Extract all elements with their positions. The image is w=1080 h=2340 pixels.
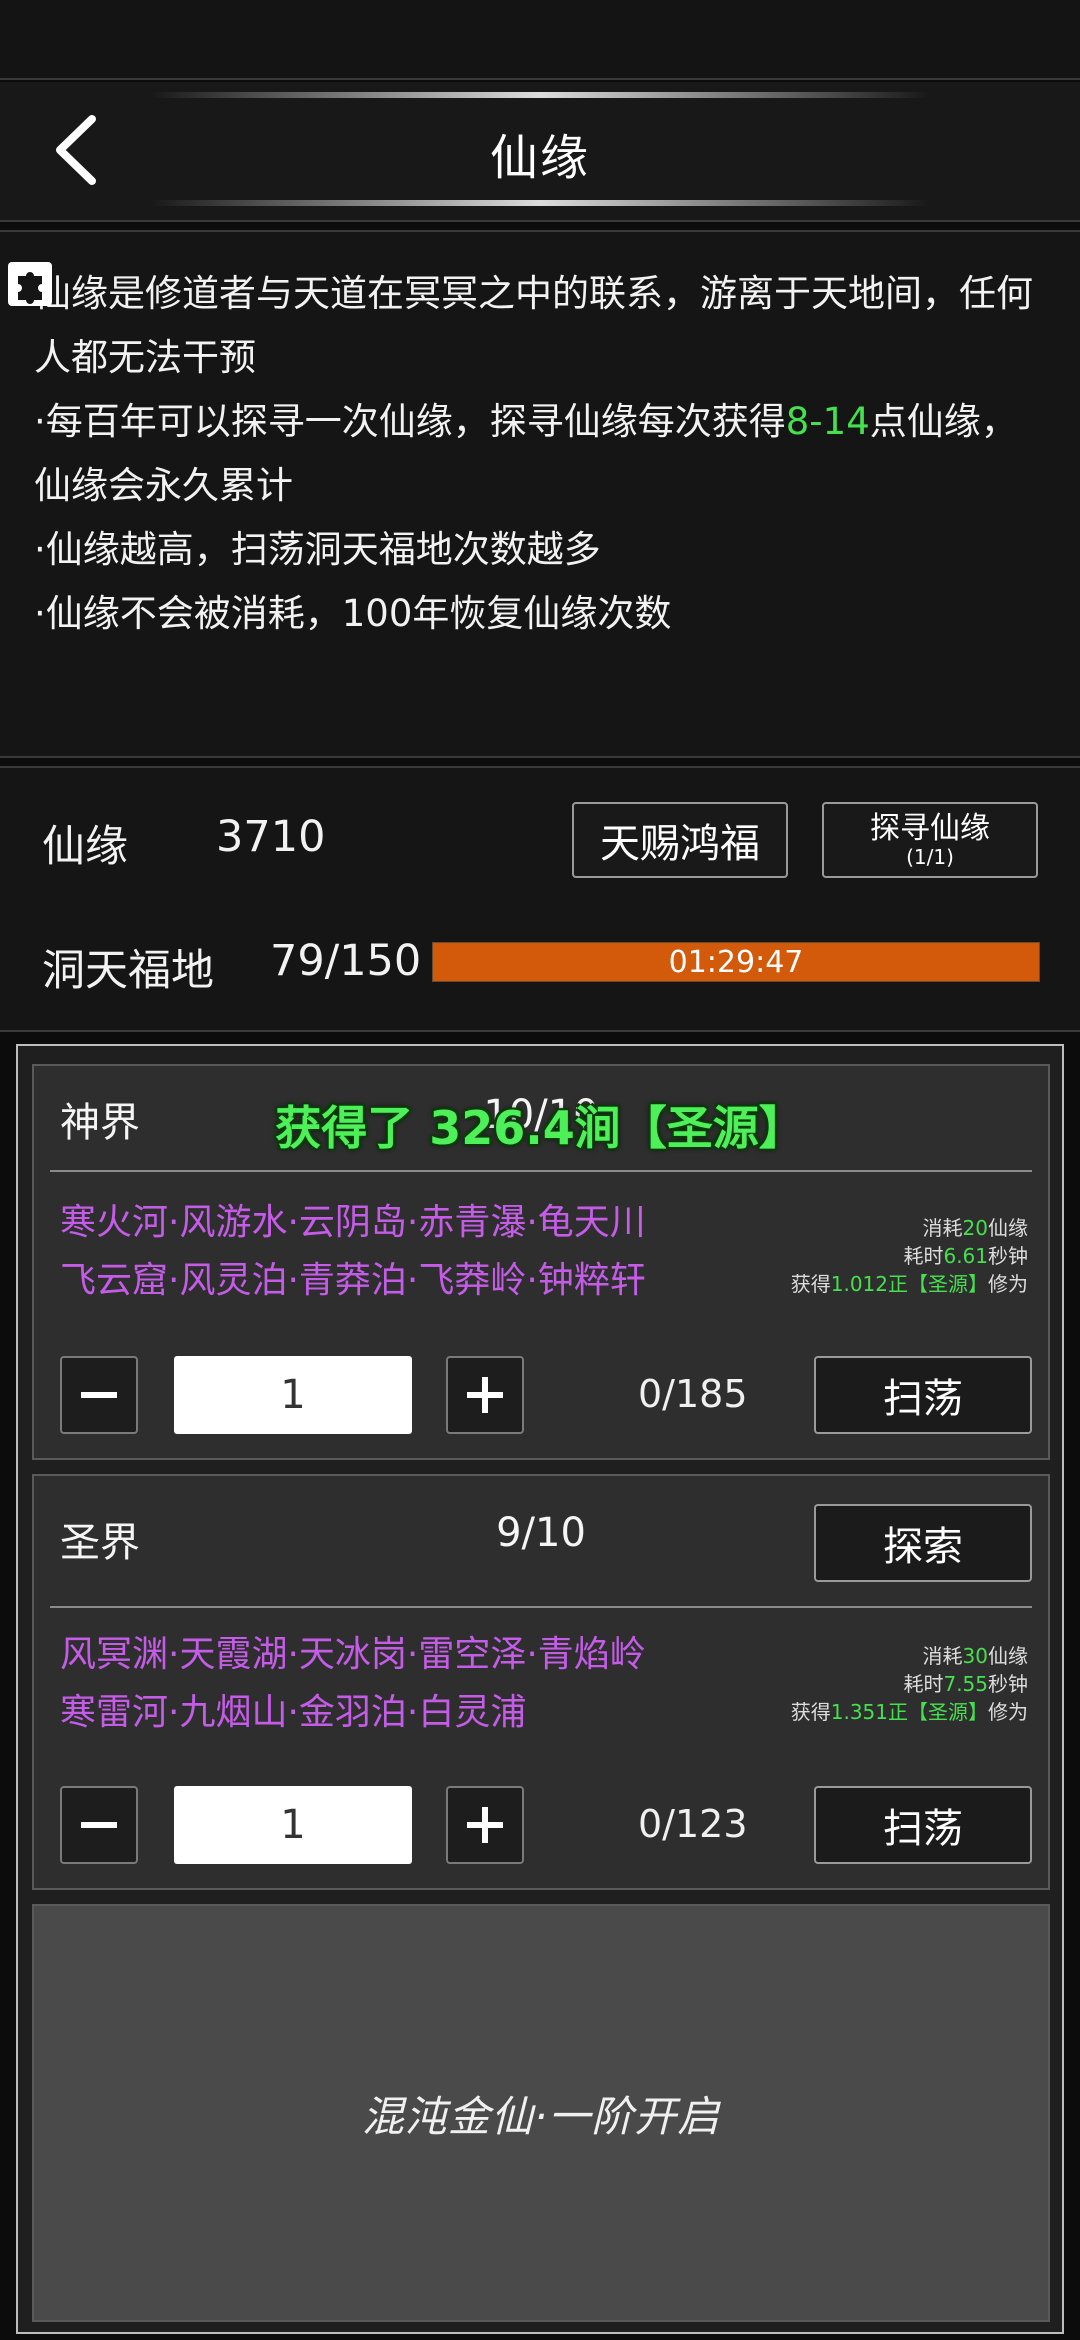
place-list: 风冥渊·天霞湖·天冰岗·雷空泽·青焰岭 寒雷河·九烟山·金羽泊·白灵浦 [60,1634,646,1733]
quantity-input[interactable] [174,1786,412,1864]
description-line-4: ·仙缘不会被消耗，100年恢复仙缘次数 [34,592,672,635]
dongtian-progress-bar: 01:29:47 [432,942,1040,982]
sweep-count: 0/123 [638,1802,748,1846]
decrease-button[interactable] [60,1786,138,1864]
status-bar-area [0,0,1080,80]
quantity-input[interactable] [174,1356,412,1434]
reward-toast: 获得了 326.4涧【圣源】 [275,1101,805,1155]
description-line-1: 仙缘是修道者与天道在冥冥之中的联系，游离于天地间，任何人都无法干预 [34,272,1033,379]
place-list: 寒火河·风游水·云阴岛·赤青瀑·龟天川 飞云窟·风灵泊·青莽泊·飞莽岭·钟粹轩 [60,1202,646,1301]
page-title: 仙缘 [489,130,590,186]
decrease-button[interactable] [60,1356,138,1434]
puzzle-icon[interactable] [6,260,54,308]
explore-button[interactable]: 探索 [814,1504,1032,1582]
stats-panel: 仙缘 3710 天赐鸿福 探寻仙缘 (1/1) 洞天福地 79/150 01:2… [0,766,1080,1032]
description-line-3: ·仙缘越高，扫荡洞天福地次数越多 [34,528,601,571]
gain-range: 8-14 [785,400,870,443]
plus-icon [467,1807,503,1843]
description-line-2: ·每百年可以探寻一次仙缘，探寻仙缘每次获得8-14点仙缘，仙缘会永久累计 [34,400,1018,507]
plus-icon [467,1377,503,1413]
tianci-hongfu-button[interactable]: 天赐鸿福 [572,802,788,878]
description-panel: 仙缘是修道者与天道在冥冥之中的联系，游离于天地间，任何人都无法干预 ·每百年可以… [0,230,1080,758]
realm-list[interactable]: 神界 10/10 寒火河·风游水·云阴岛·赤青瀑·龟天川 飞云窟·风灵泊·青莽泊… [16,1044,1064,2334]
locked-realm-card: 混沌金仙·一阶开启 [32,1904,1050,2322]
minus-icon [81,1822,117,1828]
tanxun-xianyuan-button[interactable]: 探寻仙缘 (1/1) [822,802,1038,878]
sweep-cost-info: 消耗20仙缘 耗时6.61秒钟 获得1.012正【圣源】修为 [790,1216,1028,1296]
sweep-button[interactable]: 扫荡 [814,1356,1032,1434]
divider [50,1606,1032,1608]
minus-icon [81,1392,117,1398]
sweep-cost-info: 消耗30仙缘 耗时7.55秒钟 获得1.351正【圣源】修为 [790,1644,1028,1724]
dongtian-value: 79/150 [270,936,422,986]
sweep-count: 0/185 [638,1372,748,1416]
increase-button[interactable] [446,1356,524,1434]
xianyuan-value: 3710 [216,812,326,862]
dongtian-label: 洞天福地 [42,946,214,996]
increase-button[interactable] [446,1786,524,1864]
header-glow-top [150,92,930,98]
divider [50,1170,1032,1172]
unlock-requirement: 混沌金仙·一阶开启 [361,2091,721,2141]
header-glow-bottom [150,200,930,206]
header: 仙缘 [0,82,1080,222]
xianyuan-label: 仙缘 [42,822,128,872]
realm-card-shengjie: 圣界 9/10 探索 风冥渊·天霞湖·天冰岗·雷空泽·青焰岭 寒雷河·九烟山·金… [32,1474,1050,1890]
recovery-timer: 01:29:47 [668,945,804,980]
sweep-button[interactable]: 扫荡 [814,1786,1032,1864]
